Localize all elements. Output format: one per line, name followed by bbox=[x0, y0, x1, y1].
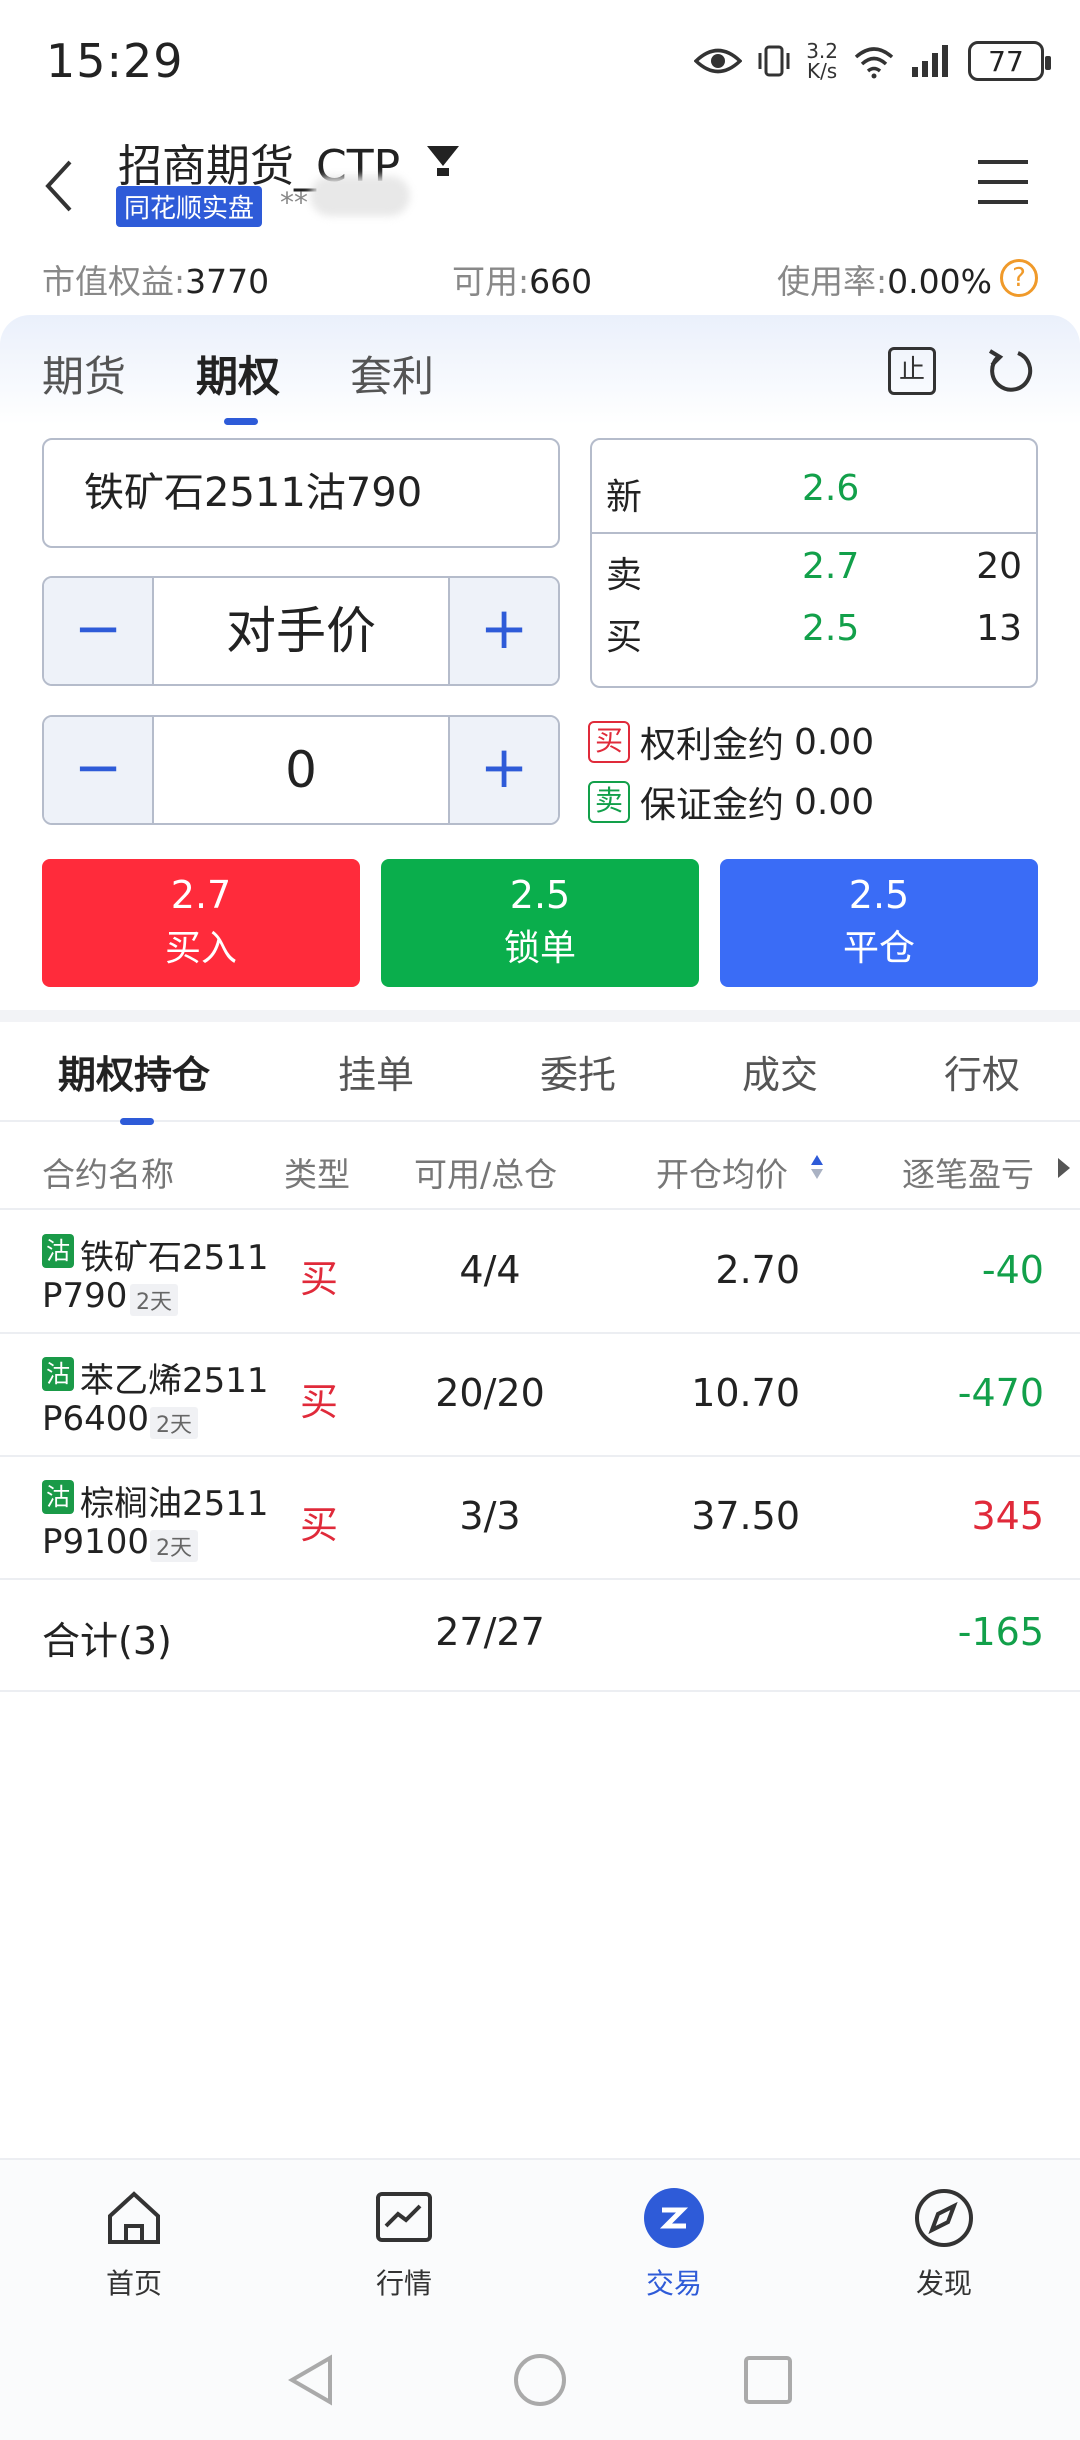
system-home-icon[interactable] bbox=[512, 2352, 568, 2408]
table-row[interactable]: 沽 苯乙烯2511 P6400 2天 买 20/20 10.70 -470 bbox=[0, 1335, 1080, 1457]
available: 可用:660 bbox=[452, 262, 593, 301]
app-header: 招商期货_CTP 同花顺实盘 ** bbox=[0, 120, 1080, 250]
refresh-icon[interactable] bbox=[984, 345, 1036, 397]
dropdown-triangle-icon[interactable] bbox=[423, 140, 463, 180]
scroll-right-arrow-icon[interactable] bbox=[1058, 1158, 1070, 1178]
quantity-field[interactable]: 0 bbox=[154, 717, 448, 823]
tab-options[interactable]: 期权 bbox=[196, 343, 280, 425]
buy-tag: 买 bbox=[588, 721, 630, 763]
quantity-minus-button[interactable]: − bbox=[44, 717, 154, 823]
col-type: 类型 bbox=[284, 1155, 350, 1194]
stop-order-icon[interactable]: 止 bbox=[888, 347, 936, 395]
quantity-stepper: − 0 + bbox=[42, 715, 560, 825]
tab-option-positions[interactable]: 期权持仓 bbox=[58, 1044, 210, 1125]
eye-icon bbox=[694, 48, 743, 74]
battery-icon: 77 bbox=[968, 41, 1051, 81]
deposit-estimate: 卖 保证金约 0.00 bbox=[588, 777, 874, 827]
quote-box: 新 2.6 卖 2.7 20 买 2.5 13 bbox=[590, 438, 1038, 688]
usage-rate: 使用率:0.00% bbox=[777, 262, 992, 301]
put-tag: 沽 bbox=[42, 1357, 74, 1391]
nav-market[interactable]: 行情 bbox=[334, 2186, 474, 2302]
account-number-blur bbox=[310, 176, 410, 216]
premium-estimate: 买 权利金约 0.00 bbox=[588, 717, 874, 767]
quantity-plus-button[interactable]: + bbox=[448, 717, 558, 823]
nav-discover[interactable]: 发现 bbox=[874, 2186, 1014, 2302]
price-type-field[interactable]: 对手价 bbox=[154, 578, 448, 684]
col-qty: 可用/总仓 bbox=[414, 1155, 558, 1194]
status-bar: 15:29 3.2 K/s 77 bbox=[0, 0, 1080, 120]
account-summary: 市值权益:3770 可用:660 使用率:0.00% ? bbox=[42, 255, 1038, 303]
tab-exercise[interactable]: 行权 bbox=[944, 1044, 1020, 1099]
put-tag: 沽 bbox=[42, 1234, 74, 1268]
price-stepper: − 对手价 + bbox=[42, 576, 560, 686]
quote-bid[interactable]: 买 2.5 13 bbox=[592, 608, 1036, 668]
quote-divider bbox=[592, 532, 1036, 534]
status-icons: 3.2 K/s 77 bbox=[694, 36, 1051, 86]
contract-input[interactable]: 铁矿石2511沽790 bbox=[42, 438, 560, 548]
menu-icon[interactable] bbox=[976, 158, 1030, 206]
equity: 市值权益:3770 bbox=[42, 262, 270, 301]
account-number-masked: ** bbox=[280, 186, 308, 219]
table-row[interactable]: 沽 棕榈油2511 P9100 2天 买 3/3 37.50 345 bbox=[0, 1458, 1080, 1580]
signal-icon bbox=[912, 45, 948, 77]
compass-icon bbox=[915, 2189, 973, 2247]
table-header: 合约名称 类型 可用/总仓 开仓均价 逐笔盈亏 bbox=[0, 1124, 1080, 1210]
price-minus-button[interactable]: − bbox=[44, 578, 154, 684]
col-pnl: 逐笔盈亏 bbox=[902, 1155, 1034, 1194]
tab-pending-orders[interactable]: 挂单 bbox=[338, 1044, 414, 1099]
buy-button[interactable]: 2.7 买入 bbox=[42, 859, 360, 987]
total-row: 合计(3) 27/27 -165 bbox=[0, 1580, 1080, 1692]
tab-futures[interactable]: 期货 bbox=[42, 343, 126, 403]
quote-last: 新 2.6 bbox=[606, 468, 860, 518]
nav-home[interactable]: 首页 bbox=[64, 2186, 204, 2302]
vibrate-icon bbox=[758, 45, 790, 77]
put-tag: 沽 bbox=[42, 1480, 74, 1514]
trade-icon bbox=[644, 2188, 704, 2248]
nav-trade[interactable]: 交易 bbox=[604, 2186, 744, 2302]
sell-tag: 卖 bbox=[588, 781, 630, 823]
system-recents-icon[interactable] bbox=[740, 2352, 796, 2408]
wifi-icon bbox=[854, 47, 894, 79]
account-badge: 同花顺实盘 bbox=[116, 186, 263, 227]
status-time: 15:29 bbox=[46, 34, 184, 88]
home-icon bbox=[108, 2191, 160, 2244]
col-contract: 合约名称 bbox=[42, 1155, 174, 1194]
back-icon[interactable] bbox=[40, 156, 80, 216]
price-plus-button[interactable]: + bbox=[448, 578, 558, 684]
tab-spread[interactable]: 套利 bbox=[350, 343, 434, 403]
system-nav-bar bbox=[0, 2308, 1080, 2440]
chart-icon bbox=[376, 2192, 432, 2242]
bottom-nav: 首页 行情 交易 发现 bbox=[0, 2158, 1080, 2308]
lock-button[interactable]: 2.5 锁单 bbox=[381, 859, 699, 987]
help-icon[interactable]: ? bbox=[1000, 259, 1038, 297]
trade-panel: 期货 期权 套利 止 铁矿石2511沽790 − 对手价 + − 0 + 新 2… bbox=[0, 315, 1080, 1015]
tab-trades[interactable]: 成交 bbox=[742, 1044, 818, 1099]
quote-ask[interactable]: 卖 2.7 20 bbox=[592, 546, 1036, 606]
tab-orders[interactable]: 委托 bbox=[540, 1044, 616, 1099]
table-row[interactable]: 沽 铁矿石2511 P790 2天 买 4/4 2.70 -40 bbox=[0, 1212, 1080, 1334]
product-tabs: 期货 期权 套利 bbox=[42, 343, 434, 425]
section-divider bbox=[0, 1010, 1080, 1022]
system-back-icon[interactable] bbox=[284, 2352, 340, 2408]
position-tabs: 期权持仓 挂单 委托 成交 行权 bbox=[0, 1022, 1080, 1125]
network-speed: 3.2 K/s bbox=[806, 39, 838, 83]
close-position-button[interactable]: 2.5 平仓 bbox=[720, 859, 1038, 987]
sort-icon[interactable] bbox=[810, 1154, 824, 1180]
col-avg-price[interactable]: 开仓均价 bbox=[656, 1148, 788, 1196]
